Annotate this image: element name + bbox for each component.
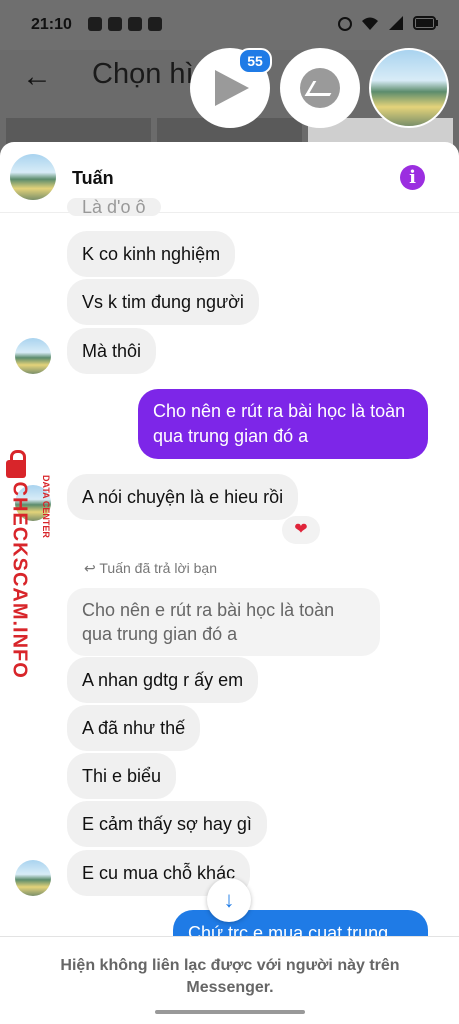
status-time: 21:10 (31, 16, 72, 33)
avatar[interactable] (10, 154, 56, 200)
scroll-down-button[interactable]: ↓ (207, 878, 251, 922)
quoted-message[interactable]: Cho nên e rút ra bài học là toàn qua tru… (67, 588, 380, 656)
watermark: DATA CENTER CHECKSCAM.INFO (4, 450, 51, 679)
message-bubble-incoming[interactable]: E cảm thấy sợ hay gì (67, 801, 267, 847)
alarm-icon (338, 17, 352, 31)
lock-icon (6, 450, 26, 478)
battery-icon (413, 16, 438, 30)
wifi-icon (362, 17, 378, 30)
info-icon[interactable]: i (400, 165, 425, 190)
messenger-icon (300, 68, 340, 108)
heart-reaction-icon[interactable]: ❤ (282, 516, 320, 544)
notification-badge: 55 (238, 48, 272, 74)
avatar[interactable] (15, 860, 51, 896)
messenger-chat-head[interactable] (280, 48, 360, 128)
avatar[interactable] (15, 338, 51, 374)
discord-icon (88, 17, 102, 31)
message-bubble-incoming[interactable]: A nhan gdtg r ấy em (67, 657, 259, 703)
reply-note: ↩ Tuấn đã trả lời bạn (84, 560, 217, 577)
message-bubble-incoming[interactable]: Mà thôi (67, 328, 157, 374)
message-bubble-incoming[interactable]: Vs k tim đung người (67, 279, 259, 325)
zalo-icon (108, 17, 122, 31)
spotify-icon (128, 17, 142, 31)
message-bubble-incoming[interactable]: A nói chuyện là e hieu rồi (67, 474, 299, 520)
system-icons (337, 15, 439, 31)
watermark-brand: CHECKSCAM.INFO (8, 481, 31, 679)
message-bubble-partial: Là d'o ô (67, 198, 161, 216)
home-indicator[interactable] (155, 1010, 305, 1014)
watermark-sub: DATA CENTER (41, 475, 51, 538)
message-bubble-incoming[interactable]: K co kinh nghiệm (67, 231, 236, 277)
play-icon (215, 70, 249, 106)
shield-icon (148, 17, 162, 31)
reply-arrow-icon: ↩ (84, 560, 96, 576)
contact-chat-head[interactable] (369, 48, 449, 128)
message-bubble-incoming[interactable]: Thi e biểu (67, 753, 177, 799)
status-bar: 21:10 (0, 0, 459, 50)
footer-notice-text: Hiện không liên lạc được với người này t… (60, 957, 400, 996)
reply-note-text: Tuấn đã trả lời bạn (99, 560, 217, 576)
message-bubble-outgoing[interactable]: Cho nên e rút ra bài học là toàn qua tru… (138, 389, 428, 459)
contact-name[interactable]: Tuấn (72, 168, 114, 189)
chat-sheet: Tuấn i Là d'o ô K co kinh nghiệm Vs k ti… (0, 142, 459, 1024)
background-title: Chọn hì (92, 58, 194, 90)
message-bubble-incoming[interactable]: A đã như thế (67, 705, 201, 751)
notification-icons (88, 17, 162, 31)
back-arrow-icon[interactable]: ← (22, 60, 52, 94)
signal-icon (389, 16, 403, 30)
